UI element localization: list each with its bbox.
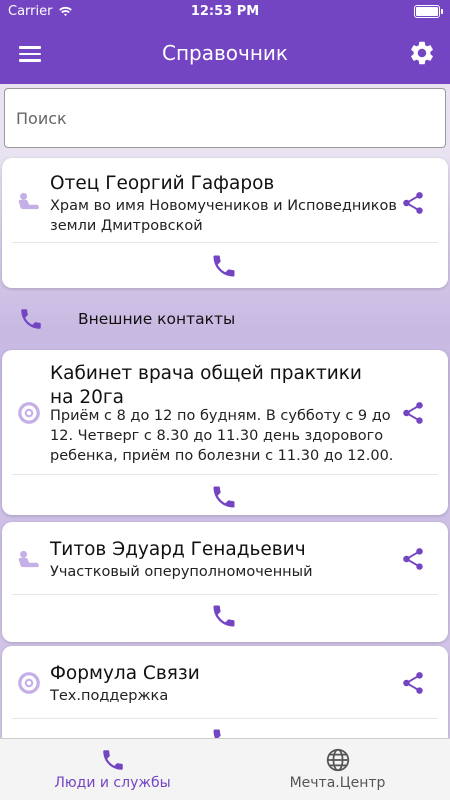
contact-title: Отец Георгий Гафаров <box>50 173 275 194</box>
section-label: Внешние контакты <box>78 310 236 328</box>
page-title: Справочник <box>162 41 288 65</box>
lifebuoy-icon <box>16 400 42 426</box>
contact-subtitle: Храм во имя Новомучеников и Исповедников… <box>50 198 397 234</box>
phone-icon <box>18 306 44 332</box>
contact-subtitle: Приём с 8 до 12 по будням. В субботу с 9… <box>50 408 394 464</box>
contact-title: Формула Связи <box>50 663 200 684</box>
contacts-list[interactable]: Отец Георгий Гафаров Храм во имя Новомуч… <box>0 154 450 738</box>
divider <box>12 242 438 243</box>
tab-bar: Люди и службы Мечта.Центр <box>0 738 450 800</box>
globe-icon <box>325 747 351 773</box>
contact-title: Кабинет врача общей практики на 20га <box>50 363 362 408</box>
search-bar <box>0 84 450 154</box>
share-icon[interactable] <box>400 670 426 696</box>
section-header: Внешние контакты <box>0 298 450 342</box>
phone-icon[interactable] <box>210 483 238 511</box>
battery-icon <box>414 5 443 18</box>
contact-card: Кабинет врача общей практики на 20га При… <box>2 350 448 515</box>
status-time: 12:53 PM <box>190 4 260 19</box>
contact-card: Отец Георгий Гафаров Храм во имя Новомуч… <box>2 158 448 288</box>
divider <box>12 594 438 595</box>
share-icon[interactable] <box>400 546 426 572</box>
status-bar: Carrier 12:53 PM <box>0 0 450 24</box>
share-icon[interactable] <box>400 190 426 216</box>
contact-title: Титов Эдуард Генадьевич <box>50 539 306 560</box>
phone-icon <box>100 747 126 773</box>
share-icon[interactable] <box>400 400 426 426</box>
search-box <box>4 88 446 148</box>
tab-mechta-center[interactable]: Мечта.Центр <box>225 739 450 800</box>
app-bar: Справочник <box>0 24 450 84</box>
contact-subtitle: Участковый оперуполномоченный <box>50 564 313 580</box>
gear-icon[interactable] <box>408 39 436 67</box>
contact-card: Титов Эдуард Генадьевич Участковый оперу… <box>2 522 448 642</box>
divider <box>12 718 438 719</box>
phone-icon[interactable] <box>210 602 238 630</box>
person-icon <box>16 188 42 214</box>
tab-label: Люди и службы <box>54 775 171 791</box>
divider <box>12 474 438 475</box>
person-icon <box>16 546 42 572</box>
lifebuoy-icon <box>16 670 42 696</box>
contact-subtitle: Тех.поддержка <box>50 688 169 704</box>
contact-card: Формула Связи Тех.поддержка <box>2 646 448 738</box>
tab-people-services[interactable]: Люди и службы <box>0 739 225 800</box>
tab-label: Мечта.Центр <box>289 775 386 791</box>
phone-icon[interactable] <box>210 252 238 280</box>
search-input[interactable] <box>5 89 445 147</box>
phone-icon[interactable] <box>210 726 238 738</box>
